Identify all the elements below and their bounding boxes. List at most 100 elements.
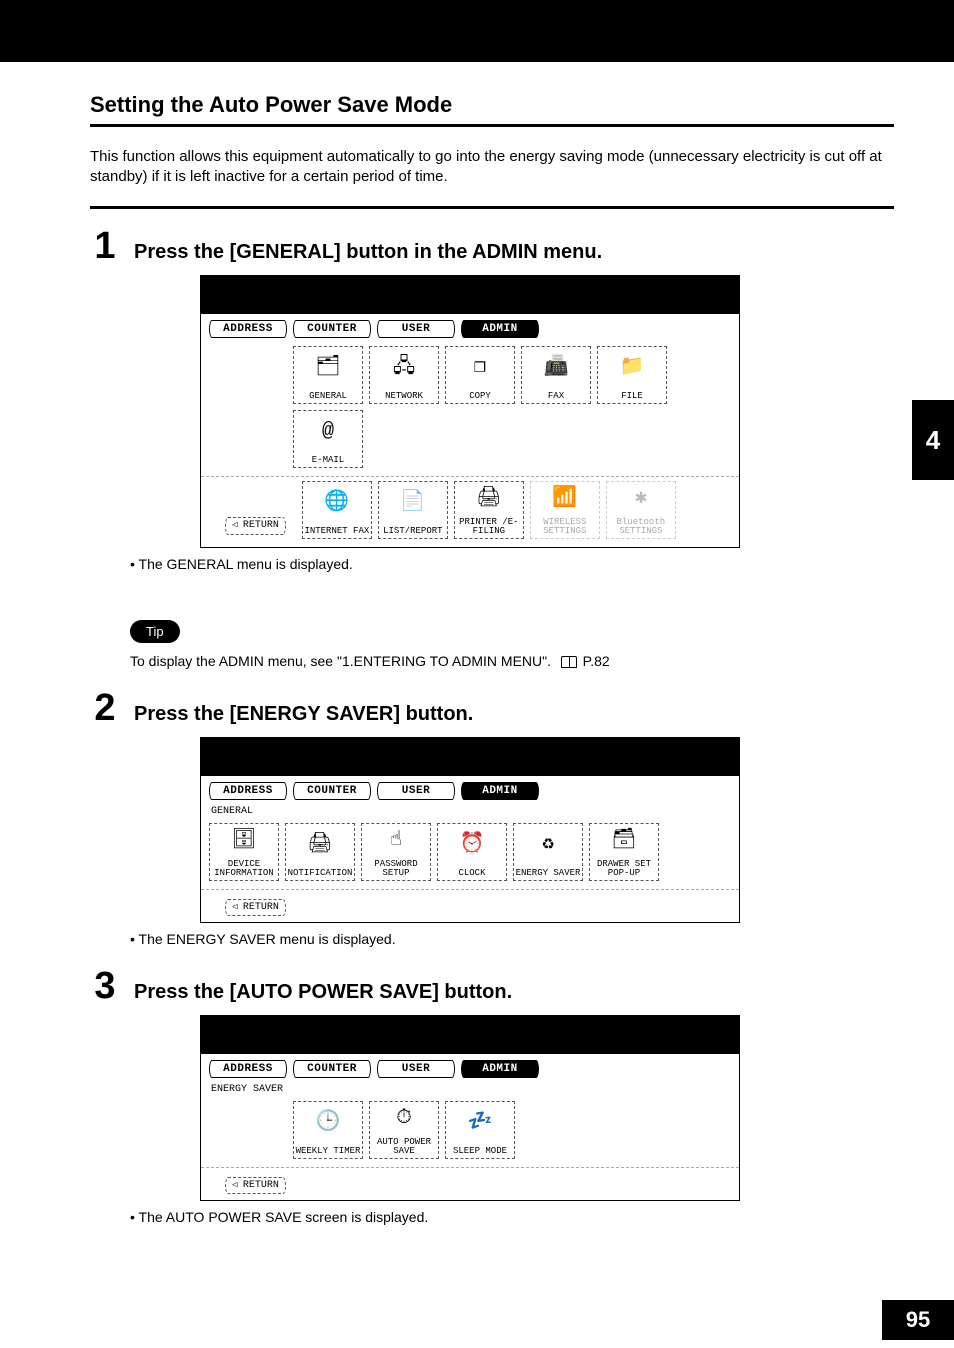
energy-saver-screen: ADDRESS COUNTER USER ADMIN ENERGY SAVER …	[200, 1015, 740, 1201]
printer-icon: 🖨	[476, 482, 501, 516]
book-icon	[561, 656, 577, 668]
icon-label: FILE	[621, 392, 643, 401]
return-button[interactable]: RETURN	[225, 899, 286, 916]
file-icon: 📁	[620, 347, 645, 390]
tab-address[interactable]: ADDRESS	[209, 1060, 287, 1078]
icon-label: DEVICE INFORMATION	[210, 860, 278, 878]
icon-label: FAX	[548, 392, 564, 401]
tab-address[interactable]: ADDRESS	[209, 782, 287, 800]
screen-header-bar	[201, 738, 739, 776]
clock-icon: ⏰	[460, 824, 485, 867]
device-info-icon: 🗄	[231, 824, 256, 858]
screen-header-bar	[201, 276, 739, 314]
list-report-button[interactable]: 📄 LIST/REPORT	[378, 481, 448, 539]
icon-label: NETWORK	[385, 392, 423, 401]
page-number: 95	[882, 1300, 954, 1340]
copy-button[interactable]: ❐COPY	[445, 346, 515, 404]
step-note: The AUTO POWER SAVE screen is displayed.	[130, 1209, 894, 1225]
bluetooth-icon: ✱	[635, 482, 647, 516]
network-icon: 🖧	[393, 347, 415, 390]
general-button[interactable]: 🗂 GENERAL	[293, 346, 363, 404]
icon-label: GENERAL	[309, 392, 347, 401]
password-setup-button[interactable]: ☝ PASSWORD SETUP	[361, 823, 431, 881]
energy-saver-icons-row: 🕒 WEEKLY TIMER ⏱AUTO POWER SAVE 💤SLEEP MO…	[201, 1097, 739, 1167]
network-button[interactable]: 🖧 NETWORK	[369, 346, 439, 404]
step-note: The GENERAL menu is displayed.	[130, 556, 894, 572]
printer-efiling-button[interactable]: 🖨 PRINTER /E-FILING	[454, 481, 524, 539]
tab-admin[interactable]: ADMIN	[461, 320, 539, 338]
email-icon: @	[322, 411, 334, 454]
general-menu-screen: ADDRESS COUNTER USER ADMIN GENERAL 🗄 DEVI…	[200, 737, 740, 923]
clock-button[interactable]: ⏰ CLOCK	[437, 823, 507, 881]
drawer-icon: 🗃	[611, 824, 636, 858]
drawer-set-popup-button[interactable]: 🗃 DRAWER SET POP-UP	[589, 823, 659, 881]
screen-breadcrumb: ENERGY SAVER	[201, 1082, 739, 1097]
auto-power-save-button[interactable]: ⏱AUTO POWER SAVE	[369, 1101, 439, 1159]
internet-fax-icon: 🌐	[324, 482, 349, 525]
tip-text: To display the ADMIN menu, see "1.ENTERI…	[130, 653, 894, 669]
tab-user[interactable]: USER	[377, 320, 455, 338]
fax-icon: 📠	[544, 347, 569, 390]
icon-label: PASSWORD SETUP	[362, 860, 430, 878]
tab-user[interactable]: USER	[377, 1060, 455, 1078]
notification-button[interactable]: 🖨 NOTIFICATION	[285, 823, 355, 881]
top-black-bar	[0, 0, 954, 62]
icon-label: WEEKLY TIMER	[296, 1147, 361, 1156]
return-button[interactable]: RETURN	[225, 1177, 286, 1194]
general-icons-row: 🗄 DEVICE INFORMATION 🖨 NOTIFICATION ☝ PASSW…	[201, 819, 739, 889]
icon-label: WIRELESS SETTINGS	[531, 518, 599, 536]
tab-counter[interactable]: COUNTER	[293, 320, 371, 338]
email-button[interactable]: @E-MAIL	[293, 410, 363, 468]
chapter-side-tab: 4	[912, 400, 954, 480]
list-report-icon: 📄	[400, 482, 425, 525]
step-number: 2	[90, 689, 120, 727]
icon-label: NOTIFICATION	[288, 869, 353, 878]
energy-saver-button[interactable]: ♻ ENERGY SAVER	[513, 823, 583, 881]
tab-admin[interactable]: ADMIN	[461, 782, 539, 800]
weekly-timer-button[interactable]: 🕒 WEEKLY TIMER	[293, 1101, 363, 1159]
notification-icon: 🖨	[307, 824, 332, 867]
tab-address[interactable]: ADDRESS	[209, 320, 287, 338]
icon-label: ENERGY SAVER	[516, 869, 581, 878]
sleep-mode-icon: 💤	[468, 1102, 493, 1145]
return-button[interactable]: RETURN	[225, 517, 286, 535]
step-number: 1	[90, 227, 120, 265]
admin-icons-row1: 🗂 GENERAL 🖧 NETWORK ❐COPY 📠 FAX 📁 FILE @E-MA…	[201, 342, 739, 476]
step-2: 2 Press the [ENERGY SAVER] button. ADDRE…	[90, 689, 894, 947]
heavy-divider	[90, 206, 894, 209]
device-information-button[interactable]: 🗄 DEVICE INFORMATION	[209, 823, 279, 881]
weekly-timer-icon: 🕒	[316, 1102, 341, 1145]
admin-icons-row2: RETURN 🌐 INTERNET FAX 📄 LIST/REPORT 🖨 PRINT…	[201, 476, 739, 547]
icon-label: DRAWER SET POP-UP	[590, 860, 658, 878]
section-title: Setting the Auto Power Save Mode	[90, 92, 894, 127]
step-3: 3 Press the [AUTO POWER SAVE] button. AD…	[90, 967, 894, 1225]
internet-fax-button[interactable]: 🌐 INTERNET FAX	[302, 481, 372, 539]
icon-label: INTERNET FAX	[304, 527, 369, 536]
icon-label: PRINTER /E-FILING	[455, 518, 523, 536]
tab-counter[interactable]: COUNTER	[293, 782, 371, 800]
step-title: Press the [ENERGY SAVER] button.	[134, 703, 473, 726]
bluetooth-settings-button: ✱Bluetooth SETTINGS	[606, 481, 676, 539]
tip-text-content: To display the ADMIN menu, see "1.ENTERI…	[130, 653, 551, 669]
screen-breadcrumb: GENERAL	[201, 804, 739, 819]
general-icon: 🗂	[315, 347, 340, 390]
fax-button[interactable]: 📠 FAX	[521, 346, 591, 404]
screen-header-bar	[201, 1016, 739, 1054]
tab-counter[interactable]: COUNTER	[293, 1060, 371, 1078]
auto-power-save-icon: ⏱	[396, 1102, 412, 1136]
tab-user[interactable]: USER	[377, 782, 455, 800]
password-icon: ☝	[390, 824, 402, 858]
sleep-mode-button[interactable]: 💤SLEEP MODE	[445, 1101, 515, 1159]
energy-saver-icon: ♻	[542, 824, 554, 867]
wireless-icon: 📶	[552, 482, 577, 516]
step-1: 1 Press the [GENERAL] button in the ADMI…	[90, 227, 894, 572]
file-button[interactable]: 📁 FILE	[597, 346, 667, 404]
wireless-settings-button: 📶 WIRELESS SETTINGS	[530, 481, 600, 539]
intro-text: This function allows this equipment auto…	[90, 147, 894, 188]
icon-label: LIST/REPORT	[383, 527, 442, 536]
icon-label: CLOCK	[458, 869, 485, 878]
step-title: Press the [GENERAL] button in the ADMIN …	[134, 241, 602, 264]
copy-icon: ❐	[474, 347, 486, 390]
tab-admin[interactable]: ADMIN	[461, 1060, 539, 1078]
admin-menu-screen: ADDRESS COUNTER USER ADMIN 🗂 GENERAL 🖧 NET…	[200, 275, 740, 548]
